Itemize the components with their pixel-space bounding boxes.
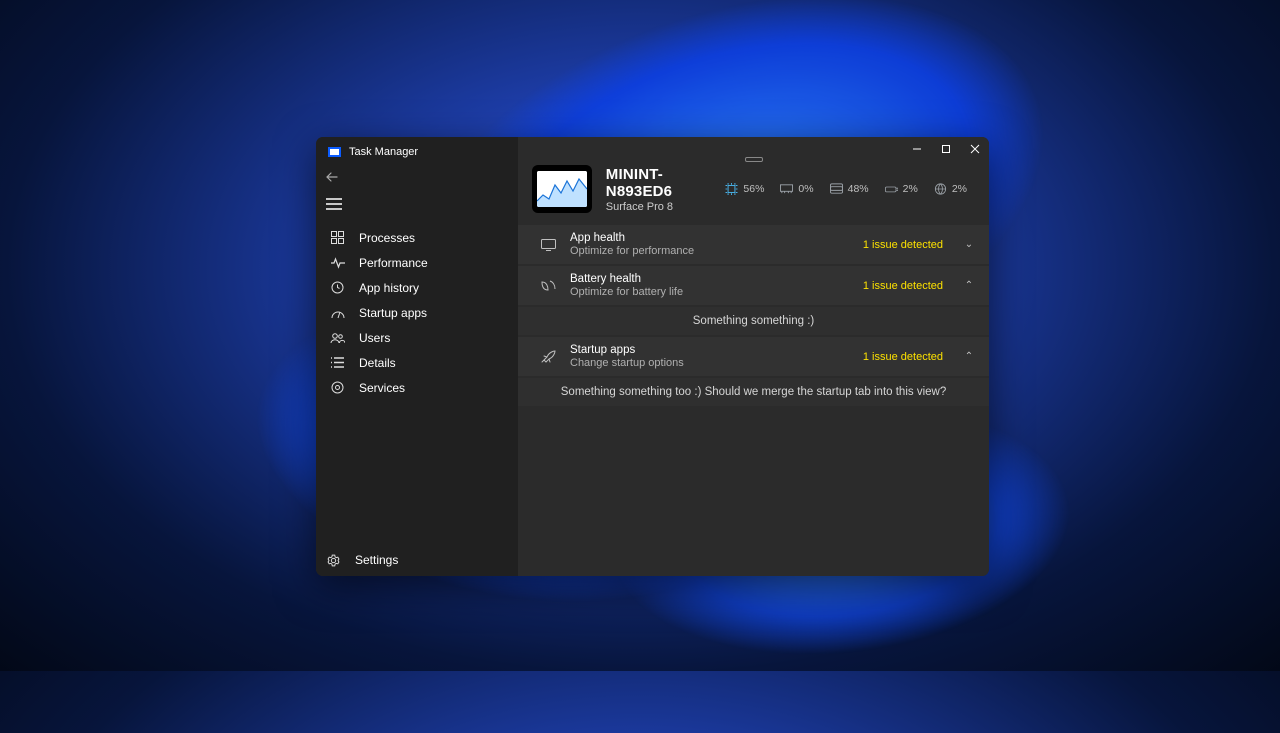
perf-thumbnail	[532, 165, 592, 213]
nav-label: Processes	[359, 231, 415, 245]
main-panel: MININT-N893ED6 Surface Pro 8 56% 0% 48%	[518, 137, 989, 576]
hamburger-icon	[326, 198, 342, 210]
issue-badge: 1 issue detected	[863, 351, 943, 363]
nav-startup-apps[interactable]: Startup apps	[320, 300, 514, 325]
issue-badge: 1 issue detected	[863, 239, 943, 251]
close-button[interactable]	[960, 137, 989, 161]
minimize-button[interactable]	[902, 137, 931, 161]
task-manager-window: Task Manager Processes Performance App h…	[316, 137, 989, 576]
back-button[interactable]	[316, 167, 518, 187]
row-title: Startup apps	[570, 343, 849, 357]
stat-memory[interactable]: 0%	[780, 183, 813, 195]
window-controls	[902, 137, 989, 161]
gauge-icon	[330, 307, 345, 319]
list-icon	[330, 357, 345, 368]
nav-label: Performance	[359, 256, 428, 270]
health-list: App health Optimize for performance 1 is…	[518, 223, 989, 406]
battery-eco-icon	[540, 280, 556, 292]
row-subtitle: Optimize for performance	[570, 245, 849, 258]
network-icon	[885, 183, 898, 195]
close-icon	[970, 144, 980, 154]
network-value: 2%	[903, 183, 918, 195]
app-icon	[328, 147, 341, 157]
nav-users[interactable]: Users	[320, 325, 514, 350]
app-title: Task Manager	[349, 146, 418, 158]
stat-gpu[interactable]: 2%	[934, 183, 967, 195]
hamburger-button[interactable]	[316, 189, 518, 219]
row-startup-apps[interactable]: Startup apps Change startup options 1 is…	[518, 337, 989, 376]
cpu-icon	[725, 183, 738, 195]
row-title: Battery health	[570, 272, 849, 286]
settings-label: Settings	[355, 553, 398, 567]
nav-app-history[interactable]: App history	[320, 275, 514, 300]
maximize-button[interactable]	[931, 137, 960, 161]
nav-settings[interactable]: Settings	[316, 544, 518, 576]
row-title: App health	[570, 231, 849, 245]
tab-drag-handle[interactable]	[745, 157, 763, 162]
system-info: MININT-N893ED6 Surface Pro 8	[606, 166, 712, 213]
chevron-up-icon: ⌃	[963, 351, 975, 362]
clock-icon	[330, 281, 345, 294]
row-battery-health[interactable]: Battery health Optimize for battery life…	[518, 266, 989, 305]
arrow-left-icon	[326, 172, 338, 182]
cpu-value: 56%	[743, 183, 764, 195]
pulse-icon	[330, 257, 345, 269]
nav-services[interactable]: Services	[320, 375, 514, 400]
row-subtitle: Optimize for battery life	[570, 286, 849, 299]
stat-disk[interactable]: 48%	[830, 183, 869, 195]
globe-icon	[934, 183, 947, 195]
perf-graph-icon	[537, 171, 587, 207]
chevron-down-icon: ⌄	[963, 239, 975, 250]
row-subtitle: Change startup options	[570, 357, 849, 370]
row-battery-body: Something something :)	[518, 307, 989, 335]
rocket-icon	[540, 350, 556, 363]
monitor-icon	[540, 239, 556, 251]
device-model: Surface Pro 8	[606, 201, 712, 213]
disk-icon	[830, 183, 843, 195]
users-icon	[330, 332, 345, 344]
nav-details[interactable]: Details	[320, 350, 514, 375]
nav-label: App history	[359, 281, 419, 295]
sidebar: Task Manager Processes Performance App h…	[316, 137, 518, 576]
disk-value: 48%	[848, 183, 869, 195]
memory-value: 0%	[798, 183, 813, 195]
nav-label: Services	[359, 381, 405, 395]
chevron-up-icon: ⌃	[963, 280, 975, 291]
issue-badge: 1 issue detected	[863, 280, 943, 292]
nav: Processes Performance App history Startu…	[316, 225, 518, 544]
gear-icon	[326, 554, 341, 567]
nav-label: Details	[359, 356, 396, 370]
minimize-icon	[912, 144, 922, 154]
row-app-health[interactable]: App health Optimize for performance 1 is…	[518, 225, 989, 264]
nav-processes[interactable]: Processes	[320, 225, 514, 250]
row-startup-body: Something something too :) Should we mer…	[518, 378, 989, 406]
hostname: MININT-N893ED6	[606, 166, 712, 200]
maximize-icon	[941, 144, 951, 154]
memory-icon	[780, 183, 793, 195]
grid-icon	[330, 231, 345, 244]
gear-outline-icon	[330, 381, 345, 394]
titlebar: Task Manager	[316, 137, 518, 167]
stat-cpu[interactable]: 56%	[725, 183, 764, 195]
gpu-value: 2%	[952, 183, 967, 195]
nav-label: Startup apps	[359, 306, 427, 320]
nav-performance[interactable]: Performance	[320, 250, 514, 275]
stat-network[interactable]: 2%	[885, 183, 918, 195]
resource-stats: 56% 0% 48% 2% 2%	[725, 183, 975, 195]
nav-label: Users	[359, 331, 390, 345]
